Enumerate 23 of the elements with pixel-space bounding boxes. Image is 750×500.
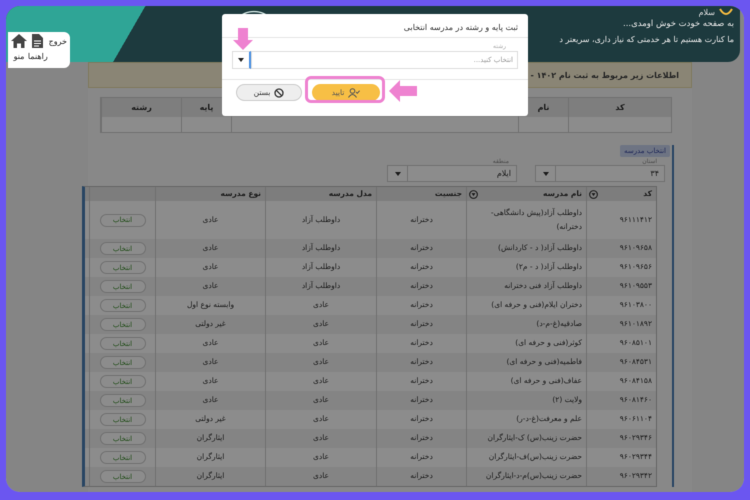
select-field[interactable]: ایلام <box>407 165 517 182</box>
home-icon[interactable] <box>11 34 28 48</box>
notice-text: اطلاعات زیر مربوط به ثبت نام ۱۴۰۲ - <box>530 70 679 80</box>
welcome-text: به صفحه خودت خوش اومدی... <box>622 19 734 29</box>
menu-link[interactable]: خروج <box>48 37 67 46</box>
caret-icon <box>394 172 400 176</box>
smile-icon <box>718 8 734 17</box>
document-icon[interactable] <box>32 34 44 48</box>
table-header: رشته <box>101 98 181 117</box>
dropdown-button[interactable] <box>232 51 251 69</box>
user-check-icon <box>348 88 360 98</box>
pointer-arrow <box>389 80 417 102</box>
welcome-message: ما کنارت هستیم تا هر خدمتی که نیاز داری، سریعتر د <box>558 35 734 44</box>
filter-icon[interactable] <box>469 190 478 198</box>
table-header: کد <box>568 98 671 117</box>
greeting-text: سلام <box>698 8 715 17</box>
caret-icon <box>542 172 548 176</box>
menu-link[interactable]: راهنما <box>28 52 48 61</box>
pointer-arrow <box>233 28 253 50</box>
ban-icon <box>274 88 284 98</box>
select-field[interactable]: ۳۴ <box>555 165 665 182</box>
filter-icon[interactable] <box>589 190 598 198</box>
menu-link[interactable]: منو <box>14 52 24 61</box>
